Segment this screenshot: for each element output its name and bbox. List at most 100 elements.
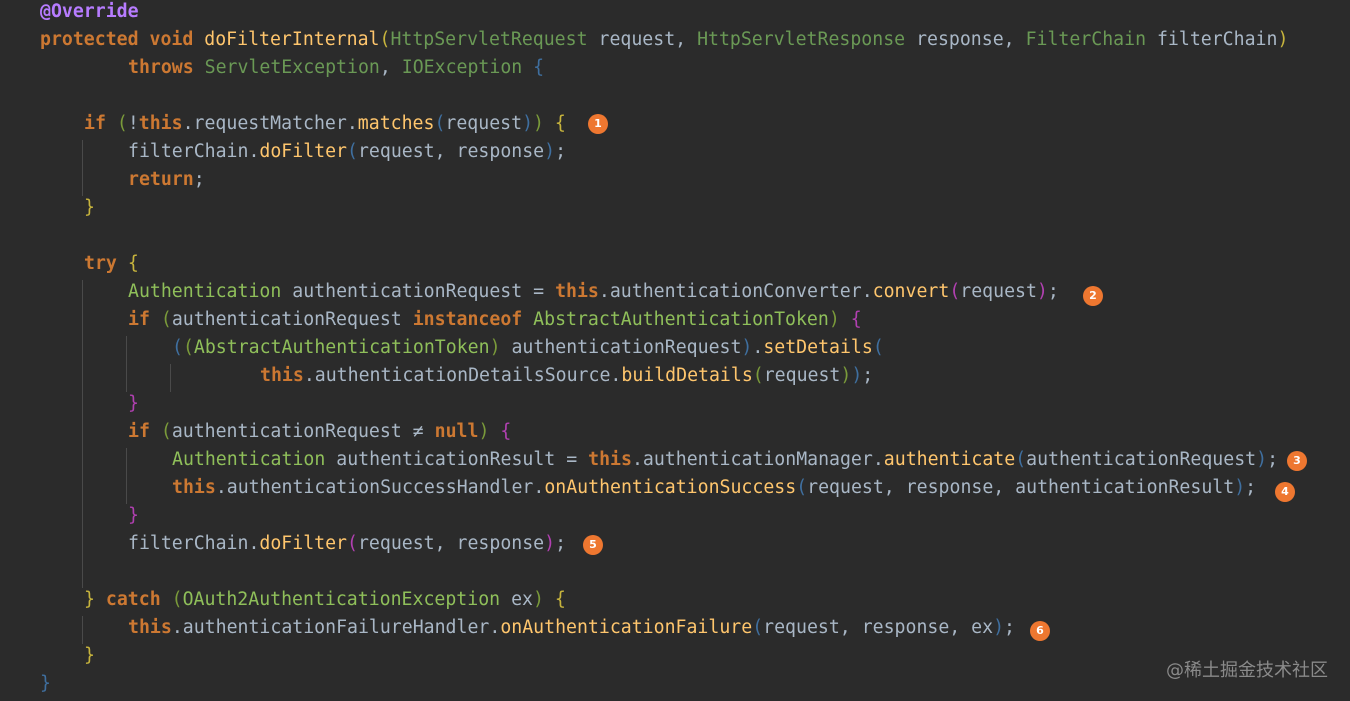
indent-guide <box>82 280 83 588</box>
method-name: matches <box>357 113 435 134</box>
watermark: @稀土掘金技术社区 <box>1166 660 1328 681</box>
variable: ex <box>511 589 533 610</box>
arguments: request, response <box>357 141 545 162</box>
indent-guide <box>170 364 171 392</box>
keyword: protected <box>40 29 139 50</box>
indent-guide <box>126 336 127 392</box>
parameter: response <box>916 29 1004 50</box>
code-line: throws ServletException, IOException { <box>128 57 545 78</box>
step-badge-3: 3 <box>1287 451 1307 471</box>
keyword: catch <box>105 589 161 610</box>
keyword: null <box>434 421 479 442</box>
argument: request <box>960 281 1037 302</box>
indent-guide <box>82 140 83 196</box>
code-line: protected void doFilterInternal(HttpServ… <box>40 29 1289 50</box>
variable: filterChain <box>128 533 249 554</box>
code-line: } <box>84 645 95 666</box>
method-name: authenticate <box>883 449 1016 470</box>
parameter: filterChain <box>1156 29 1278 50</box>
code-line: try { <box>84 253 139 274</box>
code-line: filterChain.doFilter(request, response); <box>128 141 567 162</box>
type-name: AbstractAuthenticationToken <box>193 337 490 358</box>
keyword: this <box>128 617 172 638</box>
field: authenticationManager <box>642 449 873 470</box>
keyword: instanceof <box>412 309 523 330</box>
field: requestMatcher <box>193 113 347 134</box>
variable: authenticationRequest <box>171 421 402 442</box>
code-line: if (!this.requestMatcher.matches(request… <box>84 113 566 134</box>
code-line: } <box>128 505 139 526</box>
method-name: doFilter <box>259 141 348 162</box>
keyword: return <box>128 169 194 190</box>
variable: authenticationRequest <box>511 337 742 358</box>
field: authenticationDetailsSource <box>314 365 611 386</box>
code-line: ((AbstractAuthenticationToken) authentic… <box>172 337 884 358</box>
type-name: ServletException <box>204 57 380 78</box>
field: authenticationFailureHandler <box>182 617 490 638</box>
keyword: if <box>84 113 106 134</box>
code-line: } catch (OAuth2AuthenticationException e… <box>84 589 566 610</box>
method-name: buildDetails <box>621 365 753 386</box>
step-badge-1: 1 <box>588 114 608 134</box>
code-line: this.authenticationDetailsSource.buildDe… <box>260 365 874 386</box>
variable: filterChain <box>128 141 249 162</box>
code-line: @Override <box>40 0 139 28</box>
type-name: AbstractAuthenticationToken <box>533 309 829 330</box>
code-line: } <box>40 673 51 694</box>
keyword: if <box>128 421 150 442</box>
keyword: try <box>84 253 117 274</box>
keyword: this <box>172 477 216 498</box>
code-editor[interactable]: @Override protected void doFilterInterna… <box>0 0 1350 701</box>
argument: request <box>763 365 841 386</box>
method-name: convert <box>872 281 950 302</box>
arguments: request, response, authenticationResult <box>807 477 1235 498</box>
step-badge-4: 4 <box>1275 482 1295 502</box>
field: authenticationSuccessHandler <box>226 477 534 498</box>
annotation: @Override <box>40 1 139 22</box>
step-badge-6: 6 <box>1030 621 1050 641</box>
code-line: } <box>128 393 139 414</box>
keyword: if <box>128 309 150 330</box>
type-name: FilterChain <box>1025 29 1147 50</box>
method-name: onAuthenticationSuccess <box>544 477 797 498</box>
keyword: void <box>149 29 194 50</box>
keyword: this <box>138 113 183 134</box>
step-badge-5: 5 <box>583 535 603 555</box>
code-line: filterChain.doFilter(request, response); <box>128 533 567 554</box>
code-line: this.authenticationFailureHandler.onAuth… <box>128 617 1015 638</box>
keyword: this <box>555 281 599 302</box>
code-line: Authentication authenticationResult = th… <box>172 449 1279 470</box>
variable: authenticationResult <box>336 449 556 470</box>
indent-guide <box>126 448 127 504</box>
method-name: setDetails <box>763 337 873 358</box>
type-name: Authentication <box>172 449 326 470</box>
parameter: request <box>598 29 676 50</box>
type-name: HttpServletResponse <box>697 29 906 50</box>
arguments: request, response, ex <box>763 617 994 638</box>
type-name: IOException <box>401 57 523 78</box>
variable: authenticationRequest <box>171 309 402 330</box>
indent-guide <box>82 616 83 644</box>
code-line: } <box>84 197 95 218</box>
arguments: request, response <box>357 533 545 554</box>
variable: authenticationRequest <box>292 281 523 302</box>
code-line: this.authenticationSuccessHandler.onAuth… <box>172 477 1257 498</box>
argument: authenticationRequest <box>1026 449 1257 470</box>
argument: request <box>445 113 523 134</box>
code-line: if (authenticationRequest instanceof Abs… <box>128 309 862 330</box>
step-badge-2: 2 <box>1083 286 1103 306</box>
method-name: onAuthenticationFailure <box>500 617 753 638</box>
type-name: HttpServletRequest <box>390 29 588 50</box>
operator: ≠ <box>412 421 424 442</box>
keyword: this <box>588 449 632 470</box>
field: authenticationConverter <box>609 281 862 302</box>
method-name: doFilterInternal <box>204 29 380 50</box>
type-name: Authentication <box>128 281 282 302</box>
keyword: this <box>260 365 304 386</box>
code-line: return; <box>128 169 205 190</box>
keyword: throws <box>128 57 194 78</box>
type-name: OAuth2AuthenticationException <box>182 589 501 610</box>
code-line: if (authenticationRequest ≠ null) { <box>128 421 512 442</box>
method-name: doFilter <box>259 533 348 554</box>
code-line: Authentication authenticationRequest = t… <box>128 281 1059 302</box>
